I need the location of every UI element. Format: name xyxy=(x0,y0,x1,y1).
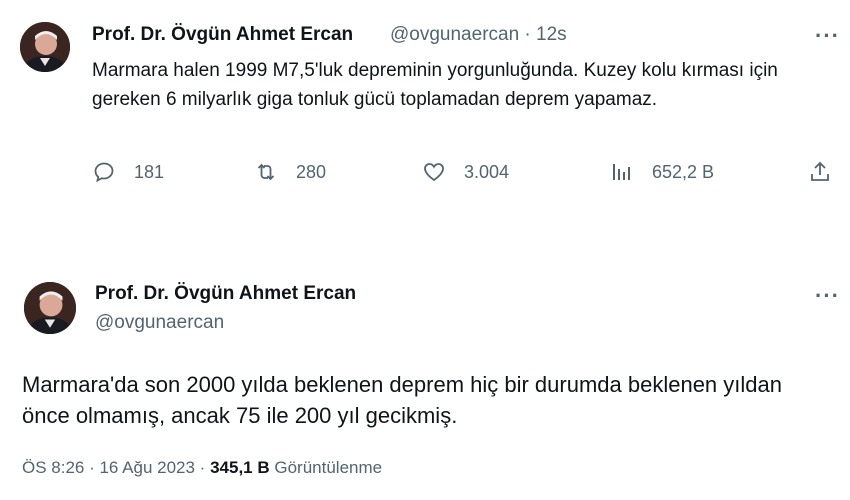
reply-count: 181 xyxy=(134,161,165,182)
heart-icon xyxy=(424,163,444,182)
share-icon xyxy=(811,161,829,181)
display-name[interactable]: Prof. Dr. Övgün Ahmet Ercan xyxy=(92,24,353,46)
avatar[interactable] xyxy=(20,22,70,72)
view-count: 652,2 B xyxy=(652,161,715,182)
display-name[interactable]: Prof. Dr. Övgün Ahmet Ercan xyxy=(95,283,356,305)
views-label: Görüntülenme xyxy=(274,458,383,477)
tweet-meta: ÖS 8:26 · 16 Ağu 2023 · 345,1 B Görüntül… xyxy=(22,458,382,478)
timestamp[interactable]: ÖS 8:26 · 16 Ağu 2023 · xyxy=(22,458,205,477)
ellipsis-icon[interactable]: ··· xyxy=(815,25,840,47)
tweet-text: Marmara halen 1999 M7,5'luk depreminin y… xyxy=(92,60,778,110)
tweet-text: Marmara'da son 2000 yılda beklenen depre… xyxy=(22,372,782,428)
reply-icon xyxy=(94,162,114,183)
handle-and-time[interactable]: @ovgunaercan · 12s xyxy=(390,24,567,46)
like-count: 3.004 xyxy=(464,161,510,182)
handle[interactable]: @ovgunaercan xyxy=(95,312,224,334)
retweet-icon xyxy=(257,163,275,181)
retweet-count: 280 xyxy=(296,161,327,182)
avatar[interactable] xyxy=(24,282,76,334)
like-button[interactable]: 3.004 xyxy=(422,160,509,184)
bar-chart-icon xyxy=(613,164,630,180)
ellipsis-icon[interactable]: ··· xyxy=(815,285,840,307)
reply-button[interactable]: 181 xyxy=(92,160,164,184)
retweet-button[interactable]: 280 xyxy=(254,160,326,184)
view-count: 345,1 B xyxy=(210,458,270,477)
share-button[interactable] xyxy=(808,160,832,184)
views-button[interactable]: 652,2 B xyxy=(610,160,714,184)
